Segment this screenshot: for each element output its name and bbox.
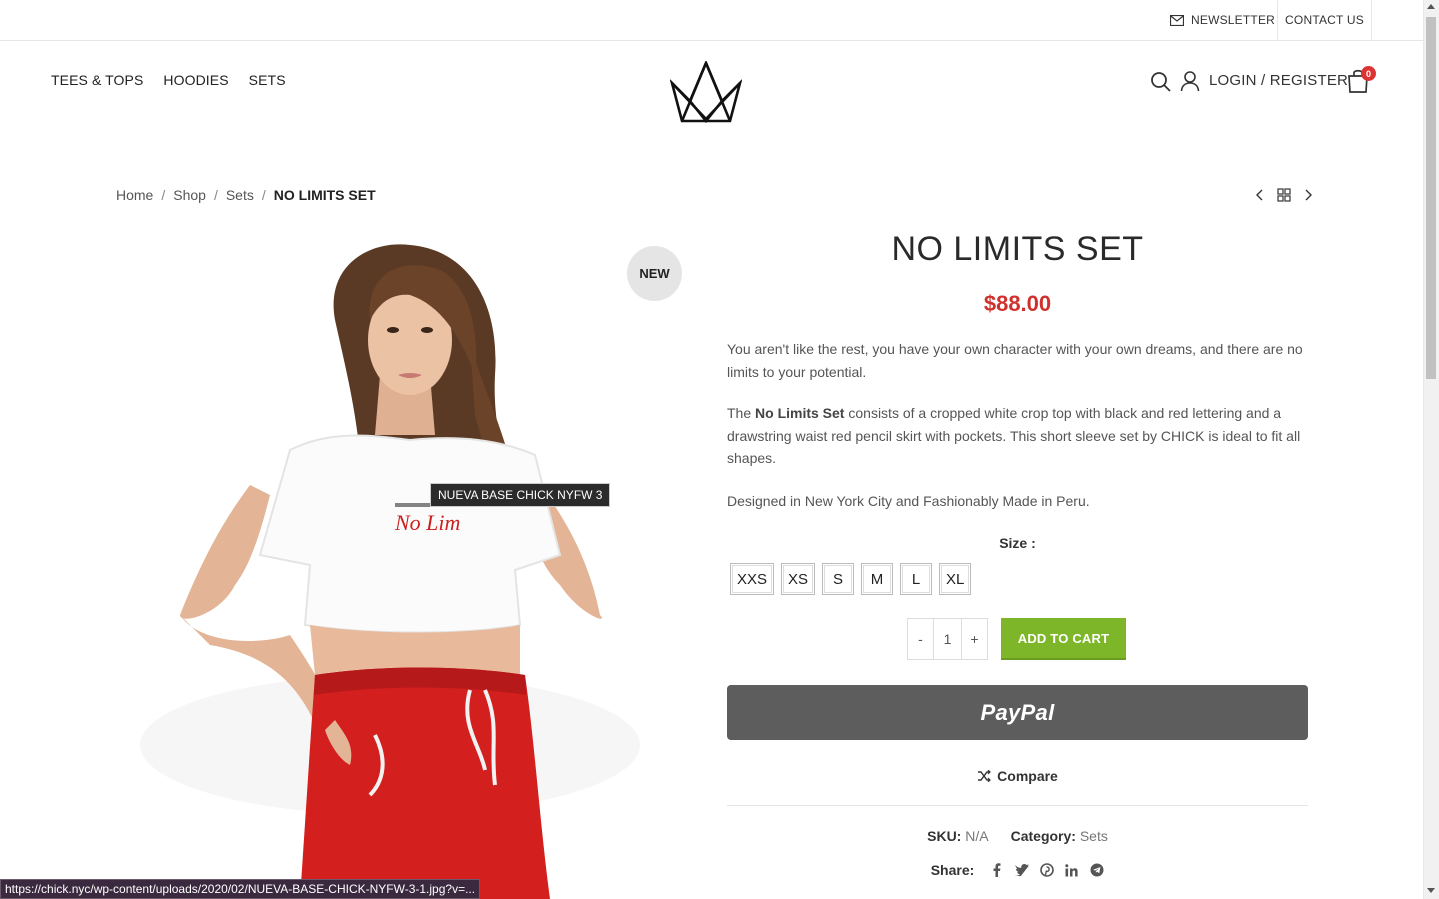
breadcrumb-shop[interactable]: Shop (173, 187, 206, 203)
shuffle-icon (978, 770, 992, 782)
meta-divider (727, 805, 1308, 806)
product-navigation (1251, 186, 1317, 204)
next-product-icon[interactable] (1301, 186, 1317, 204)
linkedin-icon[interactable] (1064, 863, 1079, 878)
quantity-decrease-button[interactable]: - (908, 619, 933, 659)
previous-product-icon[interactable] (1251, 186, 1267, 204)
newsletter-link[interactable]: NEWSLETTER (1162, 0, 1278, 40)
size-swatches: XXS XS S M L XL (730, 563, 972, 595)
description-text: The (727, 405, 756, 421)
product-description-paragraph: Designed in New York City and Fashionabl… (727, 493, 1090, 509)
add-to-cart-button[interactable]: ADD TO CART (1001, 618, 1126, 660)
size-option-xs[interactable]: XS (781, 563, 816, 595)
nav-item-sets[interactable]: SETS (249, 72, 286, 88)
size-label: Size : (999, 535, 1036, 551)
size-option-l[interactable]: L (900, 563, 933, 595)
scrollbar-thumb[interactable] (1426, 17, 1436, 379)
search-icon[interactable] (1150, 71, 1172, 93)
scroll-up-arrow[interactable] (1427, 4, 1435, 9)
sku-meta: SKU: N/A (927, 828, 988, 844)
breadcrumb-separator: / (261, 187, 266, 203)
cart-count-badge: 0 (1361, 66, 1376, 81)
product-photo: No Lim (140, 244, 640, 899)
topbar-divider (1371, 0, 1372, 40)
pinterest-icon[interactable] (1039, 863, 1054, 878)
facebook-icon[interactable] (989, 863, 1004, 878)
description-product-name: No Limits Set (755, 405, 845, 421)
quantity-stepper: - 1 + (907, 618, 988, 660)
telegram-icon[interactable] (1089, 863, 1104, 878)
sku-label: SKU: (927, 828, 962, 844)
product-description-paragraph: The No Limits Set consists of a cropped … (727, 402, 1307, 470)
login-register-link[interactable]: LOGIN / REGISTER (1209, 72, 1348, 89)
scroll-down-arrow[interactable] (1427, 888, 1435, 893)
product-description-paragraph: You aren't like the rest, you have your … (727, 341, 1303, 380)
breadcrumb-current: NO LIMITS SET (273, 187, 376, 203)
main-nav: TEES & TOPS HOODIES SETS (51, 72, 286, 88)
sku-value: N/A (965, 828, 989, 844)
size-option-xxs[interactable]: XXS (730, 563, 775, 595)
nav-item-hoodies[interactable]: HOODIES (163, 72, 228, 88)
breadcrumb-sets[interactable]: Sets (226, 187, 254, 203)
size-option-xl[interactable]: XL (939, 563, 972, 595)
browser-status-url: https://chick.nyc/wp-content/uploads/202… (0, 879, 481, 899)
size-option-m[interactable]: M (861, 563, 894, 595)
top-bar: NEWSLETTER CONTACT US (0, 0, 1423, 41)
quantity-input[interactable]: 1 (933, 619, 962, 659)
mail-icon (1170, 14, 1184, 26)
grid-icon[interactable] (1276, 186, 1292, 204)
twitter-icon[interactable] (1014, 863, 1029, 878)
breadcrumb-home[interactable]: Home (116, 187, 153, 203)
breadcrumb: Home / Shop / Sets / NO LIMITS SET (116, 187, 376, 203)
svg-text:No Lim: No Lim (394, 510, 460, 535)
newsletter-label: NEWSLETTER (1191, 13, 1276, 27)
new-badge: NEW (627, 246, 682, 301)
product-meta: SKU: N/A Category: Sets (727, 828, 1308, 844)
breadcrumb-separator: / (213, 187, 218, 203)
paypal-button[interactable]: PayPal (727, 685, 1308, 740)
image-tooltip: NUEVA BASE CHICK NYFW 3 (430, 483, 611, 507)
breadcrumb-separator: / (161, 187, 166, 203)
compare-label: Compare (997, 768, 1058, 784)
product-price: $88.00 (983, 291, 1052, 316)
compare-button[interactable]: Compare (727, 768, 1308, 784)
product-title: NO LIMITS SET (891, 230, 1144, 268)
quantity-increase-button[interactable]: + (962, 619, 987, 659)
product-image[interactable]: No Lim (140, 225, 640, 899)
crown-logo[interactable] (670, 61, 742, 123)
category-label: Category: (1010, 828, 1076, 844)
contact-us-link[interactable]: CONTACT US (1278, 0, 1371, 40)
category-link[interactable]: Sets (1080, 828, 1108, 844)
share-label: Share: (930, 862, 975, 878)
nav-item-tees-tops[interactable]: TEES & TOPS (51, 72, 143, 88)
size-option-s[interactable]: S (822, 563, 855, 595)
user-icon[interactable] (1180, 70, 1200, 92)
share-row: Share: (727, 862, 1308, 878)
category-meta: Category: Sets (1011, 828, 1108, 844)
